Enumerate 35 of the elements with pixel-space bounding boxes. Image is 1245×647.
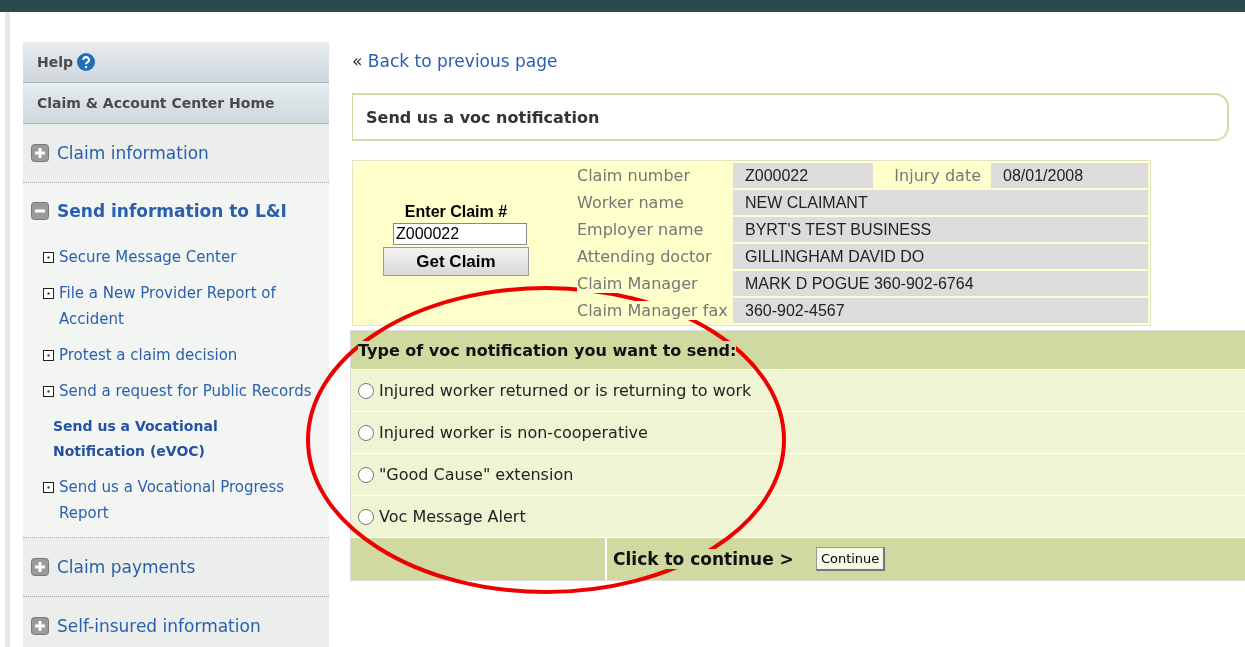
detail-label: Attending doctor	[577, 247, 712, 266]
detail-label: Employer name	[577, 220, 704, 239]
detail-label: Injury date	[894, 166, 981, 185]
page-title: Send us a voc notification	[352, 93, 1229, 141]
home-link[interactable]: Claim & Account Center Home	[23, 83, 329, 124]
back-link[interactable]: Back to previous page	[367, 51, 558, 71]
help-link[interactable]: Help	[23, 42, 329, 83]
detail-value: Z000022	[733, 163, 873, 188]
sidebar-section-link[interactable]: Claim payments	[57, 557, 196, 577]
sidebar-link[interactable]: Send us a Vocational Progress Report	[59, 474, 329, 526]
form-question: Type of voc notification you want to send:	[358, 340, 737, 360]
detail-value: BYRT'S TEST BUSINESS	[733, 217, 1148, 242]
detail-value: GILLINGHAM DAVID DO	[733, 244, 1148, 269]
claim-number-label: Enter Claim #	[404, 203, 508, 221]
sidebar-section-link[interactable]: Claim information	[57, 143, 209, 163]
continue-label: Click to continue >	[613, 549, 794, 569]
detail-value: 360-902-4567	[733, 298, 1148, 323]
sidebar-link[interactable]: Secure Message Center	[59, 244, 237, 270]
continue-button[interactable]: Continue	[815, 547, 886, 571]
back-arrow: «	[352, 51, 363, 71]
sidebar-section-link[interactable]: Send information to L&I	[57, 201, 287, 221]
sidebar-link[interactable]: Send a request for Public Records	[59, 378, 312, 404]
option-label: Injured worker is non-cooperative	[379, 423, 648, 442]
detail-value: NEW CLAIMANT	[733, 190, 1148, 215]
get-claim-button[interactable]: Get Claim	[383, 247, 529, 276]
sidebar-link[interactable]: File a New Provider Report of Accident	[59, 280, 329, 332]
claim-number-field[interactable]: Z000022	[393, 223, 527, 245]
detail-label: Claim Manager fax	[577, 301, 728, 320]
detail-value: MARK D POGUE 360-902-6764	[733, 271, 1148, 296]
sidebar-link[interactable]: Protest a claim decision	[59, 342, 238, 368]
detail-value: 08/01/2008	[991, 163, 1148, 188]
sidebar-link[interactable]: Send us a Vocational Notification (eVOC)	[53, 414, 309, 464]
option-label: Injured worker returned or is returning to work	[379, 381, 752, 400]
option-label: Voc Message Alert	[379, 507, 526, 526]
detail-label: Claim Manager	[577, 274, 698, 293]
